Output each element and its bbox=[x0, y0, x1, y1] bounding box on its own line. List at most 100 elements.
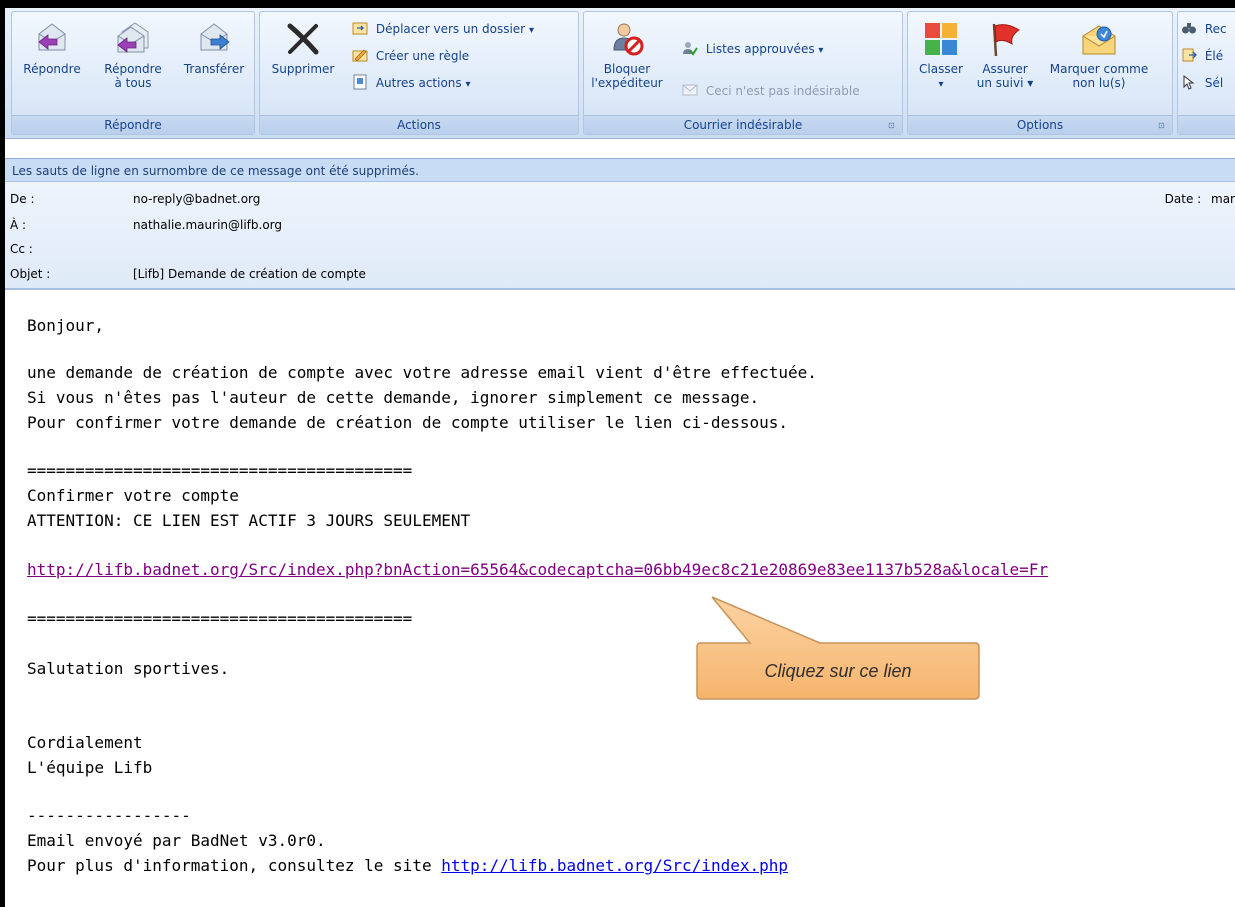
sent-by-text: Email envoyé par BadNet v3.0r0. bbox=[27, 831, 326, 850]
reply-icon bbox=[38, 23, 66, 51]
dashes-line: ----------------- bbox=[27, 806, 191, 825]
body-paragraph-1: une demande de création de compte avec v… bbox=[27, 363, 817, 382]
approved-list-icon bbox=[683, 42, 698, 56]
more-info-prefix: Pour plus d'information, consultez le si… bbox=[27, 856, 442, 875]
approved-lists-button[interactable]: Listes approuvées ▾ bbox=[682, 40, 823, 58]
separator-line-2: ======================================== bbox=[27, 609, 413, 628]
group-actions-caption: Actions bbox=[260, 115, 578, 134]
from-label: De : bbox=[10, 192, 35, 206]
forward-button[interactable]: Transférer bbox=[176, 14, 252, 76]
approved-lists-label: Listes approuvées bbox=[705, 42, 815, 56]
date-field: Date : mar bbox=[1165, 188, 1235, 210]
move-dropdown-arrow: ▾ bbox=[528, 25, 534, 36]
mark-unread-button[interactable]: Marquer comme non lu(s) bbox=[1040, 14, 1158, 90]
not-junk-button[interactable]: Ceci n'est pas indésirable bbox=[682, 82, 860, 100]
group-repondre: Répondre Répondre à tous Transférer Répo… bbox=[11, 11, 255, 135]
reply-label: Répondre bbox=[23, 62, 81, 76]
rule-icon bbox=[352, 49, 368, 62]
group-find-caption: F bbox=[1178, 115, 1235, 134]
from-value[interactable]: no-reply@badnet.org bbox=[133, 188, 260, 210]
separator-line-1: ======================================== bbox=[27, 461, 413, 480]
group-repondre-caption: Répondre bbox=[12, 115, 254, 134]
delete-button[interactable]: Supprimer bbox=[262, 14, 344, 76]
team-signature: L'équipe Lifb bbox=[27, 758, 153, 777]
window-left-border bbox=[0, 0, 5, 907]
other-actions-button[interactable]: Autres actions ▾ bbox=[352, 74, 471, 92]
window-top-border bbox=[0, 0, 1235, 8]
find-elements-button[interactable]: Élé bbox=[1181, 47, 1223, 65]
confirmation-link[interactable]: http://lifb.badnet.org/Src/index.php?bnA… bbox=[27, 559, 1048, 581]
cc-label: Cc : bbox=[10, 242, 33, 256]
more-info-line: Pour plus d'information, consultez le si… bbox=[27, 855, 788, 877]
callout-text: Cliquez sur ce lien bbox=[764, 661, 912, 681]
message-header: De : no-reply@badnet.org Date : mar À : … bbox=[5, 182, 1235, 290]
block-sender-icon bbox=[613, 23, 644, 56]
find-item-2-label: Élé bbox=[1204, 49, 1224, 63]
flag-icon bbox=[992, 23, 1020, 57]
group-find: Rec Élé Sél F bbox=[1177, 11, 1235, 135]
site-link[interactable]: http://lifb.badnet.org/Src/index.php bbox=[441, 856, 788, 875]
to-label: À : bbox=[10, 218, 27, 232]
body-paragraph-2: Si vous n'êtes pas l'auteur de cette dem… bbox=[27, 388, 760, 407]
mark-unread-icon bbox=[1082, 25, 1116, 55]
other-actions-icon bbox=[353, 74, 367, 90]
mark-unread-label-2: non lu(s) bbox=[1072, 76, 1126, 90]
ribbon: Répondre Répondre à tous Transférer Répo… bbox=[5, 8, 1235, 139]
categorize-icon bbox=[925, 23, 957, 55]
cursor-icon bbox=[1183, 74, 1195, 90]
reply-all-icon bbox=[117, 22, 149, 53]
forward-label: Transférer bbox=[183, 62, 245, 76]
reply-all-label-1: Répondre bbox=[104, 62, 162, 76]
move-to-folder-label: Déplacer vers un dossier bbox=[375, 22, 526, 36]
group-actions: Supprimer Déplacer vers un dossier ▾ Cré… bbox=[259, 11, 579, 135]
group-junk-caption: Courrier indésirable bbox=[584, 115, 902, 134]
group-junk: Bloquer l'expéditeur Listes approuvées ▾… bbox=[583, 11, 903, 135]
categorize-button[interactable]: Classer ▾ bbox=[912, 14, 970, 92]
categorize-label: Classer bbox=[919, 62, 963, 76]
other-actions-label: Autres actions bbox=[375, 76, 462, 90]
find-item-3-label: Sél bbox=[1204, 76, 1224, 90]
elements-icon bbox=[1182, 48, 1197, 62]
confirm-account-text: Confirmer votre compte bbox=[27, 486, 239, 505]
block-sender-label-1: Bloquer bbox=[603, 62, 651, 76]
to-value[interactable]: nathalie.maurin@lifb.org bbox=[133, 214, 282, 236]
categorize-arrow: ▾ bbox=[938, 79, 944, 90]
delete-label: Supprimer bbox=[271, 62, 335, 76]
group-options: Classer ▾ Assurer un suivi ▾ Marquer com… bbox=[907, 11, 1173, 135]
follow-up-button[interactable]: Assurer un suivi ▾ bbox=[972, 14, 1038, 90]
subject-label: Objet : bbox=[10, 267, 51, 281]
forward-icon bbox=[200, 23, 230, 51]
greeting-text: Bonjour, bbox=[27, 316, 105, 335]
reply-button[interactable]: Répondre bbox=[14, 14, 90, 76]
follow-up-label-2: un suivi ▾ bbox=[976, 76, 1034, 90]
reply-all-button[interactable]: Répondre à tous bbox=[92, 14, 174, 90]
group-options-caption: Options bbox=[908, 115, 1172, 134]
block-sender-label-2: l'expéditeur bbox=[591, 76, 663, 90]
subject-value: [Lifb] Demande de création de compte bbox=[133, 267, 366, 281]
delete-x-icon bbox=[287, 23, 319, 55]
not-junk-label: Ceci n'est pas indésirable bbox=[705, 84, 860, 98]
create-rule-button[interactable]: Créer une règle bbox=[352, 47, 469, 65]
attention-text: ATTENTION: CE LIEN EST ACTIF 3 JOURS SEU… bbox=[27, 511, 471, 530]
email-window: Répondre Répondre à tous Transférer Répo… bbox=[0, 0, 1235, 907]
junk-dialog-launcher[interactable]: ⊡ bbox=[888, 121, 898, 131]
select-button[interactable]: Sél bbox=[1181, 74, 1223, 92]
binoculars-icon bbox=[1182, 23, 1196, 34]
create-rule-label: Créer une règle bbox=[375, 49, 470, 63]
from-row: De : no-reply@badnet.org Date : mar bbox=[10, 188, 1235, 210]
block-sender-button[interactable]: Bloquer l'expéditeur bbox=[586, 14, 668, 90]
approved-lists-arrow: ▾ bbox=[818, 45, 824, 56]
date-label: Date : bbox=[1164, 192, 1202, 206]
cordialement-text: Cordialement bbox=[27, 733, 143, 752]
move-to-folder-button[interactable]: Déplacer vers un dossier ▾ bbox=[352, 20, 534, 38]
find-item-1-label: Rec bbox=[1204, 22, 1227, 36]
message-body: Bonjour, une demande de création de comp… bbox=[27, 300, 1227, 875]
other-actions-arrow: ▾ bbox=[465, 79, 471, 90]
options-dialog-launcher[interactable]: ⊡ bbox=[1158, 121, 1168, 131]
date-value: mar bbox=[1211, 192, 1235, 206]
find-related-button[interactable]: Rec bbox=[1181, 20, 1227, 38]
move-folder-icon bbox=[352, 22, 368, 35]
info-bar[interactable]: Les sauts de ligne en surnombre de ce me… bbox=[5, 158, 1235, 182]
salutation-text: Salutation sportives. bbox=[27, 659, 230, 678]
reply-all-label-2: à tous bbox=[114, 76, 152, 90]
